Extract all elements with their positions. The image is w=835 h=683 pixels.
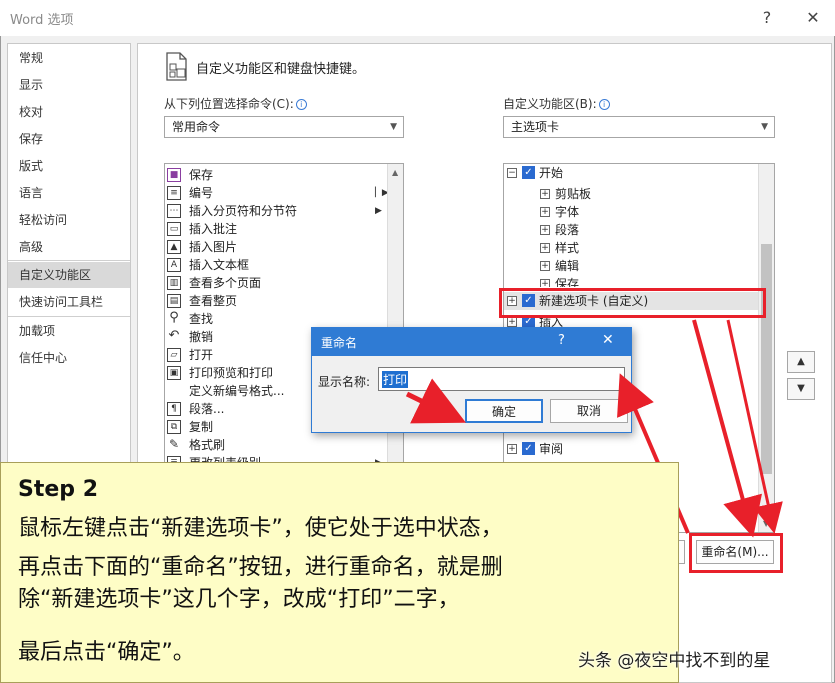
watermark: 头条 @夜空中找不到的星: [578, 651, 771, 671]
note-line: 最后点击“确定”。: [18, 640, 195, 665]
note-step-title: Step 2: [18, 477, 98, 502]
arrow-to-rename: [692, 319, 762, 538]
arrow-to-ok: [405, 378, 466, 424]
note-line: 除“新建选项卡”这几个字，改成“打印”二字，: [18, 587, 460, 612]
note-line: 再点击下面的“重命名”按钮，进行重命名，就是删: [18, 555, 503, 580]
note-line: 鼠标左键点击“新建选项卡”，使它处于选中状态，: [18, 516, 503, 541]
arrow-to-rename-2: [726, 319, 783, 534]
